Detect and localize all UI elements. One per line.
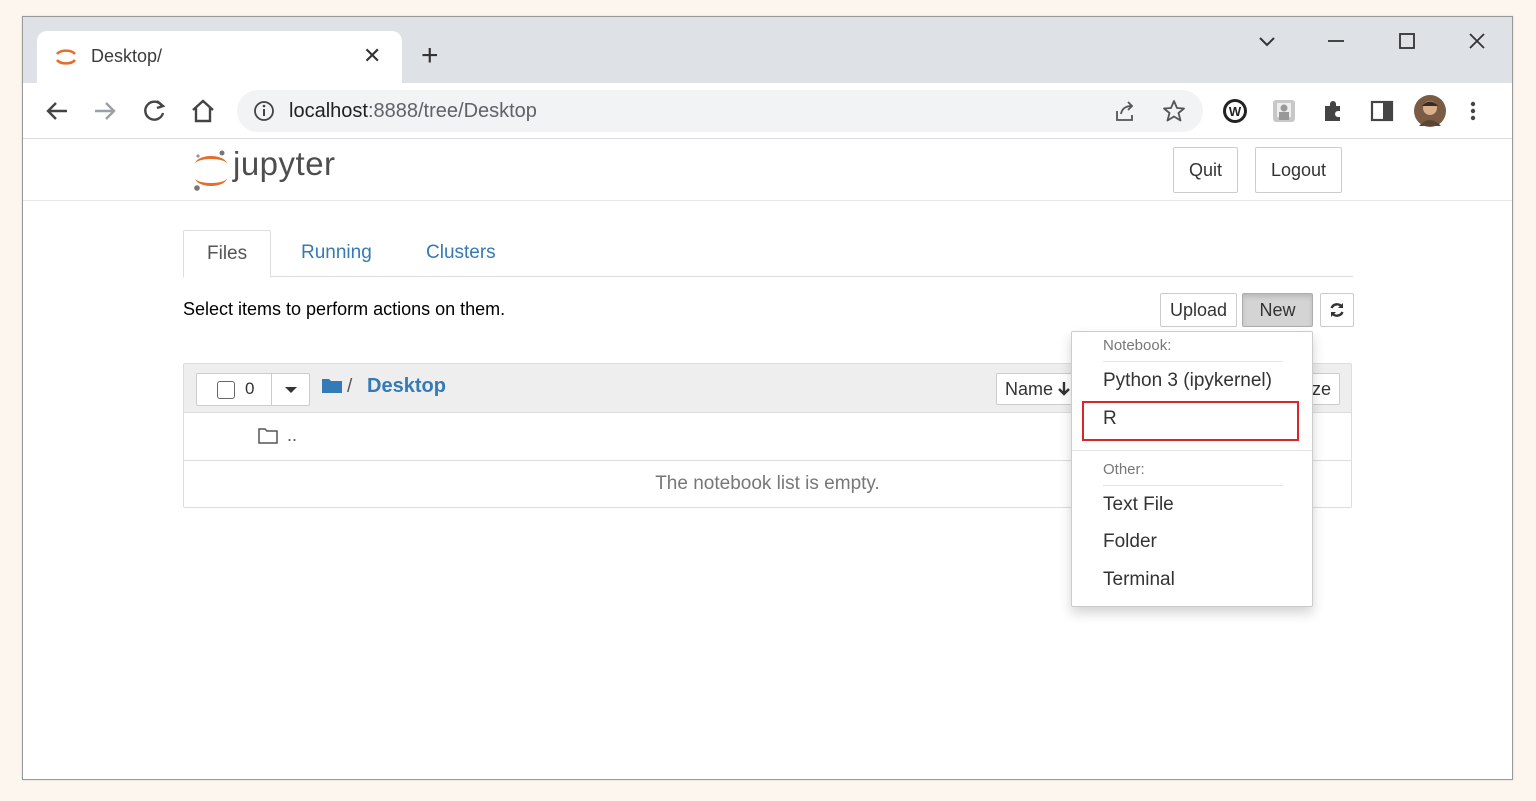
- tab-strip: Desktop/ ✕ +: [23, 17, 1512, 83]
- user-avatar[interactable]: [1413, 94, 1447, 128]
- tab-running[interactable]: Running: [278, 230, 395, 277]
- folder-icon[interactable]: [322, 377, 342, 393]
- notebook-section-header: Notebook:: [1103, 337, 1172, 354]
- new-dropdown-button[interactable]: New: [1242, 293, 1313, 347]
- menu-item-python3[interactable]: Python 3 (ipykernel): [1103, 370, 1272, 392]
- refresh-button[interactable]: [1320, 293, 1354, 327]
- folder-outline-icon: [258, 428, 278, 444]
- address-bar[interactable]: localhost:8888/tree/Desktop: [237, 90, 1203, 132]
- menu-divider: [1103, 485, 1283, 486]
- minimize-icon[interactable]: [1326, 31, 1346, 51]
- url-path: :8888/tree/Desktop: [367, 100, 537, 122]
- forward-icon[interactable]: [91, 97, 119, 125]
- wordpress-extension-icon[interactable]: W: [1221, 97, 1249, 125]
- other-section-header: Other:: [1103, 461, 1145, 478]
- menu-item-folder[interactable]: Folder: [1103, 531, 1157, 553]
- site-info-icon[interactable]: [253, 100, 275, 122]
- upload-button[interactable]: Upload: [1160, 293, 1238, 327]
- url-text[interactable]: localhost:8888/tree/Desktop: [289, 100, 537, 123]
- select-all-checkbox[interactable]: [217, 381, 235, 399]
- highlight-box: [1082, 401, 1299, 441]
- jupyter-header: jupyter Quit Logout: [23, 139, 1512, 201]
- new-tab-icon[interactable]: +: [421, 39, 439, 73]
- select-dropdown-button[interactable]: [271, 374, 310, 405]
- tab-title: Desktop/: [91, 46, 163, 66]
- arrow-down-icon: [1058, 382, 1070, 396]
- menu-divider: [1103, 361, 1283, 362]
- selection-hint: Select items to perform actions on them.: [183, 299, 506, 319]
- refresh-icon: [1330, 303, 1344, 317]
- close-window-icon[interactable]: [1467, 31, 1487, 51]
- tab-files[interactable]: Files: [183, 230, 272, 278]
- url-host: localhost: [289, 100, 368, 122]
- maximize-icon[interactable]: [1397, 31, 1417, 51]
- jupyter-favicon-icon: [55, 49, 77, 65]
- svg-text:W: W: [1229, 104, 1242, 119]
- browser-toolbar: localhost:8888/tree/Desktop W: [23, 83, 1512, 139]
- jupyter-wordmark[interactable]: jupyter: [233, 145, 336, 183]
- reload-icon[interactable]: [140, 97, 168, 125]
- bookmark-star-icon[interactable]: [1162, 99, 1186, 123]
- back-icon[interactable]: [43, 97, 71, 125]
- profile-extension-icon[interactable]: [1270, 97, 1298, 125]
- sort-name-label: Name: [1005, 379, 1054, 399]
- breadcrumb-separator: /: [347, 376, 353, 397]
- browser-window: Desktop/ ✕ + localhost:8888/tree/Desktop…: [22, 16, 1513, 780]
- tab-close-icon[interactable]: ✕: [363, 42, 381, 70]
- home-icon[interactable]: [189, 97, 217, 125]
- extensions-puzzle-icon[interactable]: [1319, 97, 1347, 125]
- quit-button[interactable]: Quit: [1173, 147, 1239, 193]
- tab-search-icon[interactable]: [1257, 31, 1277, 51]
- tab-bar: Files Running Clusters: [183, 230, 1353, 278]
- breadcrumb-desktop[interactable]: Desktop: [367, 375, 446, 398]
- new-button-label: New: [1259, 300, 1296, 320]
- jupyter-logo-icon[interactable]: [191, 148, 231, 192]
- select-all-control: 0: [196, 373, 310, 406]
- share-icon[interactable]: [1113, 99, 1137, 123]
- parent-directory-link[interactable]: ..: [287, 425, 297, 446]
- selected-count: 0: [245, 379, 255, 398]
- menu-item-terminal[interactable]: Terminal: [1103, 569, 1175, 591]
- menu-kebab-icon[interactable]: [1465, 97, 1481, 125]
- side-panel-icon[interactable]: [1368, 97, 1396, 125]
- logout-button[interactable]: Logout: [1255, 147, 1343, 193]
- tab-clusters[interactable]: Clusters: [403, 230, 519, 277]
- new-dropdown-menu: Notebook: Python 3 (ipykernel) R Other: …: [1071, 331, 1313, 607]
- browser-tab[interactable]: Desktop/ ✕: [37, 31, 402, 83]
- menu-item-text-file[interactable]: Text File: [1103, 494, 1174, 516]
- menu-separator: [1072, 450, 1312, 451]
